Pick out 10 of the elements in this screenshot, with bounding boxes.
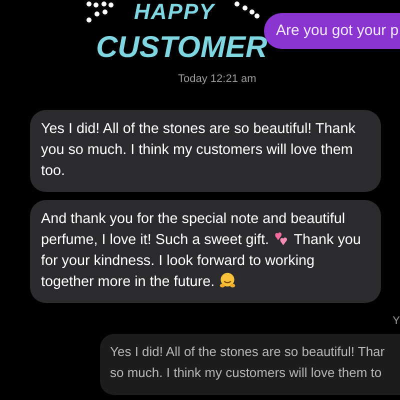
received-message: And thank you for the special note and beautiful perfume, I love it! Such a sweet gift. Thank you for your kindness. I look forward to working together more in the future. — [30, 200, 381, 303]
received-message: Yes I did! All of the stones are so beautiful! Thank you so much. I think my customers will love them too. — [30, 110, 381, 192]
sparkle-dots-drawing — [86, 1, 116, 23]
hearts-icon — [272, 230, 290, 247]
sparkle-dots-drawing — [234, 1, 260, 19]
timestamp: Today 12:21 am — [178, 73, 256, 85]
overlay-title: HAPPY — [134, 0, 215, 24]
timestamp: Y — [392, 315, 400, 327]
hugging-face-icon — [218, 272, 236, 289]
sent-message: Yes I did! All of the stones are so beautiful! Thar so much. I think my customers will love them to — [100, 334, 400, 395]
